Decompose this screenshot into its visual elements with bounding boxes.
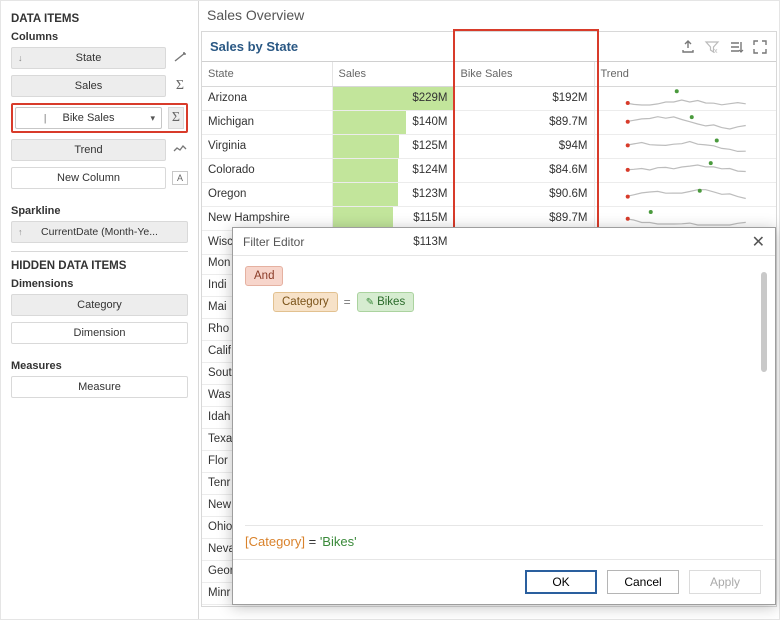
cell-sales: $113M (332, 230, 454, 254)
list-icon[interactable] (728, 39, 744, 55)
dimension-pill-category[interactable]: Category (11, 294, 188, 316)
table-row[interactable]: Virginia$125M$94M (202, 134, 776, 158)
cell-state: Oregon (202, 182, 332, 206)
cell-state: Colorado (202, 158, 332, 182)
export-icon[interactable] (680, 39, 696, 55)
column-pill-bike-sales[interactable]: | Bike Sales ▾ (15, 107, 162, 129)
dimensions-title: Dimensions (11, 278, 188, 290)
maximize-icon[interactable] (752, 39, 768, 55)
pill-label: Bike Sales (63, 112, 115, 124)
table-row[interactable]: Michigan$140M$89.7M (202, 110, 776, 134)
pencil-icon: ✎ (366, 297, 374, 308)
cell-sales: $125M (332, 134, 454, 158)
text-column-icon[interactable]: A (172, 171, 188, 185)
scrollbar-thumb[interactable] (761, 272, 767, 372)
measures-title: Measures (11, 360, 188, 372)
cell-sales: $229M (332, 86, 454, 110)
cell-trend (594, 86, 776, 110)
sort-asc-icon: ↓ (18, 53, 23, 63)
pill-label: Trend (74, 144, 102, 156)
measure-pill[interactable]: Measure (11, 376, 188, 398)
col-header-bike[interactable]: Bike Sales (454, 62, 594, 86)
filter-editor-dialog: Filter Editor ✕ And Category = ✎Bikes [C… (232, 227, 776, 605)
filter-expression: [Category] = 'Bikes' (245, 525, 763, 549)
cell-sales: $115M (332, 206, 454, 230)
cell-sales: $124M (332, 158, 454, 182)
column-pill-sales[interactable]: Sales (11, 75, 166, 97)
close-icon[interactable]: ✕ (752, 232, 765, 252)
sigma-icon[interactable]: Σ (168, 107, 184, 129)
pill-label: Sales (75, 80, 103, 92)
sigma-icon[interactable]: Σ (172, 78, 188, 94)
cell-bike-sales: $192M (454, 86, 594, 110)
sparkline-title: Sparkline (11, 205, 188, 217)
table-row[interactable]: Arizona$229M$192M (202, 86, 776, 110)
svg-text:x: x (714, 48, 718, 55)
columns-title: Columns (11, 31, 188, 43)
ok-button[interactable]: OK (525, 570, 597, 594)
filter-op: = (344, 295, 351, 309)
pill-label: Category (77, 299, 122, 311)
cell-trend (594, 182, 776, 206)
pill-label: Measure (78, 381, 121, 393)
column-pill-state[interactable]: ↓ State (11, 47, 166, 69)
cell-bike-sales: $94M (454, 134, 594, 158)
cell-bike-sales: $89.7M (454, 110, 594, 134)
cell-state: Michigan (202, 110, 332, 134)
dimension-pill-dimension[interactable]: Dimension (11, 322, 188, 344)
grid-table: State Sales Bike Sales Trend Arizona$229… (202, 62, 776, 255)
cell-trend (594, 158, 776, 182)
card-title: Sales by State (210, 39, 298, 54)
table-row[interactable]: Oregon$123M$90.6M (202, 182, 776, 206)
col-header-state[interactable]: State (202, 62, 332, 86)
cell-bike-sales: $90.6M (454, 182, 594, 206)
caret-down-icon: ▾ (150, 113, 155, 124)
col-header-trend[interactable]: Trend (594, 62, 776, 86)
highlight-box-bike-sales: | Bike Sales ▾ Σ (11, 103, 188, 133)
col-header-sales[interactable]: Sales (332, 62, 454, 86)
pill-label: Dimension (74, 327, 126, 339)
cell-sales: $123M (332, 182, 454, 206)
column-pill-trend[interactable]: Trend (11, 139, 166, 161)
cancel-button[interactable]: Cancel (607, 570, 679, 594)
sparkline-icon[interactable] (172, 143, 188, 157)
pill-label: State (76, 52, 102, 64)
dialog-title: Filter Editor (243, 235, 304, 249)
sort-toggle-icon[interactable] (172, 50, 188, 67)
cell-trend (594, 134, 776, 158)
apply-button[interactable]: Apply (689, 570, 761, 594)
data-items-title: DATA ITEMS (11, 13, 188, 25)
pill-label: New Column (57, 172, 120, 184)
filter-field-chip[interactable]: Category (273, 292, 338, 312)
pill-label: CurrentDate (Month-Ye... (41, 226, 158, 238)
data-items-panel: DATA ITEMS Columns ↓ State Sales Σ | Bik… (1, 1, 199, 619)
sort-asc-icon: ↑ (18, 227, 23, 237)
filter-clear-icon[interactable]: x (704, 39, 720, 55)
hidden-items-title: HIDDEN DATA ITEMS (11, 260, 188, 272)
cell-state: Arizona (202, 86, 332, 110)
overview-title: Sales Overview (199, 1, 779, 25)
cell-state: Virginia (202, 134, 332, 158)
cell-sales: $140M (332, 110, 454, 134)
cell-bike-sales: $84.6M (454, 158, 594, 182)
column-pill-new[interactable]: New Column (11, 167, 166, 189)
cell-trend (594, 110, 776, 134)
filter-node-and[interactable]: And (245, 266, 283, 286)
filter-value-chip[interactable]: ✎Bikes (357, 292, 415, 312)
table-row[interactable]: Colorado$124M$84.6M (202, 158, 776, 182)
sparkline-pill-currentdate[interactable]: ↑ CurrentDate (Month-Ye... (11, 221, 188, 243)
